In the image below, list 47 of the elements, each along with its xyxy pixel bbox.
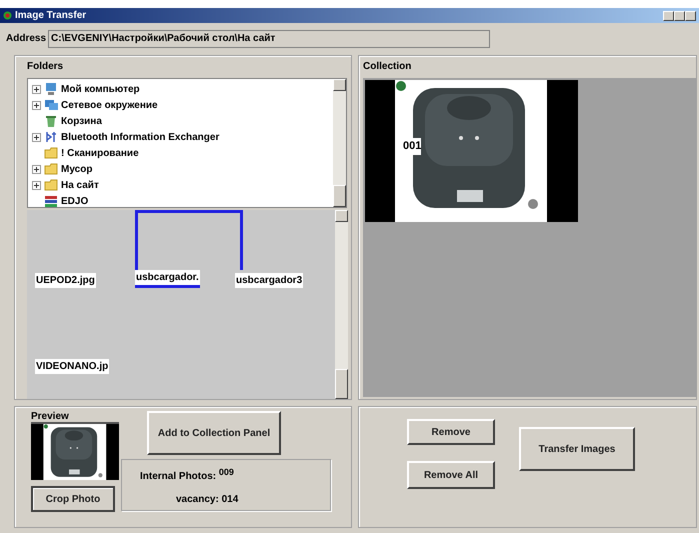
scrollbar[interactable] <box>333 79 346 207</box>
folder-icon <box>44 178 58 192</box>
file-item[interactable]: VIDEONANO.jp <box>35 359 110 374</box>
vacancy-label: vacancy: <box>176 494 219 505</box>
tree-item[interactable]: Мусор <box>61 162 92 176</box>
tree-item[interactable]: Мой компьютер <box>61 82 140 96</box>
expand-icon[interactable] <box>32 132 41 142</box>
window-title: Image Transfer <box>15 9 86 23</box>
tree-item[interactable]: Bluetooth Information Exchanger <box>61 130 220 144</box>
archive-icon <box>44 194 58 208</box>
item-number: 001 <box>403 138 422 154</box>
close-button[interactable] <box>685 10 696 20</box>
add-to-collection-button[interactable]: Add to Collection Panel <box>147 411 281 455</box>
tree-item[interactable]: Сетевое окружение <box>61 98 158 112</box>
internal-photos-label: Internal Photos: <box>140 471 216 482</box>
file-item[interactable]: UEPOD2.jpg <box>35 273 96 288</box>
address-label: Address <box>6 32 46 46</box>
scrollbar[interactable] <box>335 210 348 399</box>
computer-icon <box>44 82 58 96</box>
vacancy-count: 014 <box>222 494 238 505</box>
file-item[interactable]: usbcargador3 <box>235 273 304 288</box>
remove-button[interactable]: Remove <box>407 419 495 445</box>
tree-item[interactable]: Корзина <box>61 114 102 128</box>
minimize-button[interactable] <box>663 10 674 20</box>
expand-icon[interactable] <box>32 164 41 174</box>
panel-title: Folders <box>27 60 64 74</box>
remove-all-button[interactable]: Remove All <box>407 461 495 489</box>
bin-icon <box>44 114 58 128</box>
folder-icon <box>44 146 58 160</box>
expand-icon[interactable] <box>32 180 41 190</box>
tree-item[interactable]: ! Сканирование <box>61 146 139 160</box>
expand-icon[interactable] <box>32 100 41 110</box>
expand-icon[interactable] <box>32 84 41 94</box>
folder-icon <box>44 162 58 176</box>
address-field[interactable]: C:\EVGENIY\Настройки\Рабочий стол\На сайт <box>48 30 490 48</box>
tree-item[interactable]: На сайт <box>61 178 99 192</box>
bluetooth-icon <box>44 130 58 144</box>
internal-photos-count: 009 <box>218 467 234 477</box>
network-icon <box>44 98 58 112</box>
maximize-button[interactable] <box>674 10 685 20</box>
transfer-images-button[interactable]: Transfer Images <box>519 427 635 471</box>
file-item[interactable]: usbcargador. <box>135 270 200 288</box>
panel-title: Collection <box>363 60 412 74</box>
preview-label: Preview <box>31 411 69 422</box>
crop-photo-button[interactable]: Crop Photo <box>31 486 115 512</box>
app-icon <box>3 10 12 20</box>
tree-item[interactable]: EDJO <box>61 194 88 208</box>
